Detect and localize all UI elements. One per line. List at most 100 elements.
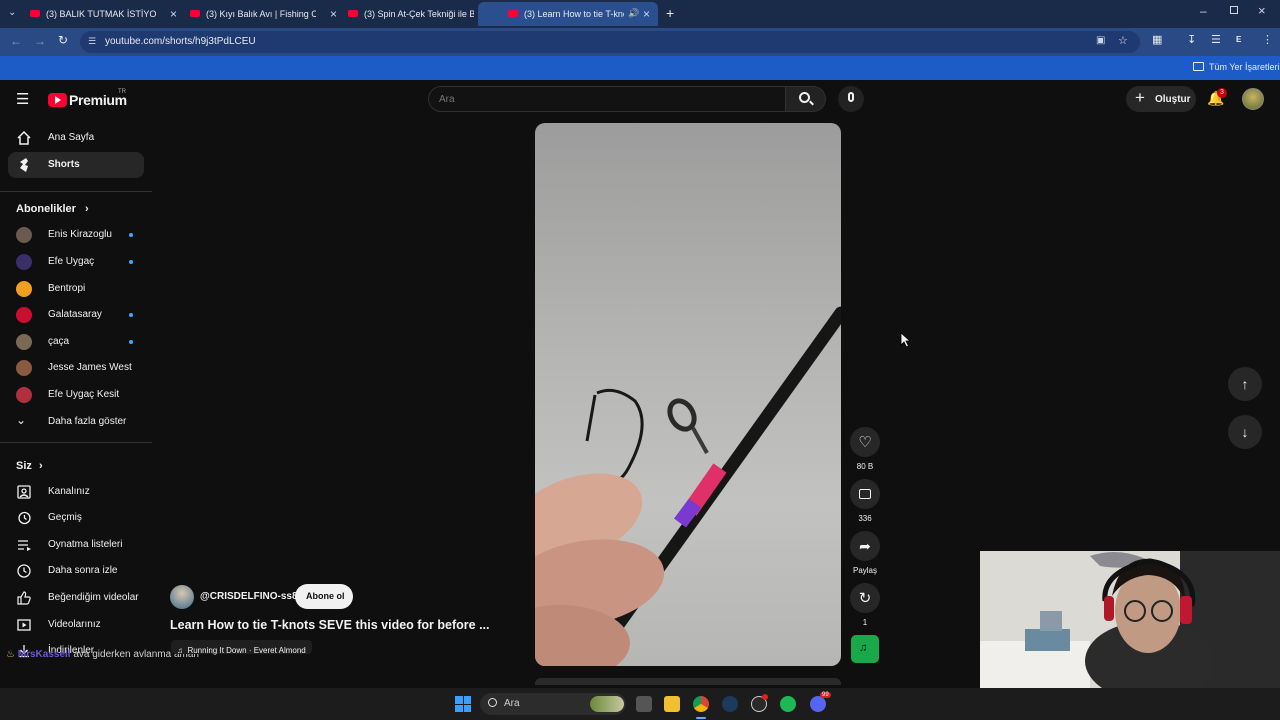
restore-window-icon[interactable] (1230, 6, 1238, 14)
spotify-icon[interactable] (780, 696, 796, 712)
sidebar-item-subscription[interactable]: çaça (8, 329, 144, 355)
extensions-icon[interactable]: ▦ (1152, 33, 1162, 46)
sidebar-item-your-channel[interactable]: Kanalınız (8, 479, 144, 505)
sidebar-item-subscription[interactable]: Efe Uygaç (8, 249, 144, 275)
browser-menu-icon[interactable]: ⋮ (1262, 33, 1273, 46)
address-bar[interactable]: ☰ youtube.com/shorts/h9j3tPdLCEU ▣ ☆ (80, 31, 1140, 53)
discord-icon[interactable] (810, 696, 826, 712)
taskbar-search[interactable]: Ara (480, 693, 626, 715)
close-window-icon[interactable]: × (1258, 3, 1266, 18)
account-icon (17, 485, 31, 499)
mouse-cursor-icon (900, 332, 912, 348)
media-controls-icon[interactable]: ☰ (1211, 33, 1221, 46)
search-box[interactable] (428, 86, 786, 112)
steam-icon[interactable] (722, 696, 738, 712)
webcam-overlay (980, 551, 1280, 688)
search-button[interactable] (786, 86, 826, 112)
sound-thumbnail[interactable]: ♫ (851, 635, 879, 663)
minimize-window-icon[interactable]: – (1200, 4, 1207, 18)
channel-avatar (16, 227, 32, 243)
next-short-button[interactable]: ↓ (1228, 415, 1262, 449)
sidebar-item-your-videos[interactable]: Videolarınız (8, 612, 144, 638)
like-button[interactable]: ♡ (850, 427, 880, 457)
sidebar-item-subscription[interactable]: Enis Kirazoglu (8, 222, 144, 248)
previous-short-button[interactable]: ↑ (1228, 367, 1262, 401)
sidebar-item-label: Geçmiş (48, 512, 82, 523)
close-tab-icon[interactable]: × (643, 7, 650, 21)
short-title[interactable]: Learn How to tie T-knots SEVE this video… (170, 618, 490, 632)
back-icon[interactable]: ← (10, 34, 22, 48)
video-frame-image (535, 306, 841, 666)
like-icon (17, 591, 31, 605)
comments-button[interactable] (850, 479, 880, 509)
sidebar-item-label: Daha fazla göster (48, 416, 127, 427)
short-video-player[interactable] (535, 123, 841, 666)
url-text: youtube.com/shorts/h9j3tPdLCEU (105, 36, 256, 47)
speaker-icon[interactable]: 🔊 (628, 8, 639, 19)
share-label: Paylaş (852, 566, 877, 575)
task-view-icon[interactable] (636, 696, 652, 712)
subscribe-button[interactable]: Abone ol (295, 584, 353, 609)
bookmark-star-icon[interactable]: ☆ (1118, 34, 1128, 47)
sidebar-show-more[interactable]: ⌄ Daha fazla göster (8, 409, 144, 435)
sidebar-item-playlists[interactable]: Oynatma listeleri (8, 532, 144, 558)
search-icon-handle (809, 100, 814, 106)
new-content-dot (129, 340, 133, 344)
folder-icon (1193, 62, 1204, 71)
channel-avatar[interactable] (170, 585, 194, 609)
comment-icon (859, 489, 871, 499)
account-avatar[interactable] (1242, 88, 1264, 110)
browser-tab-3[interactable]: (3) Spin At-Çek Tekniği ile Balık × (318, 2, 503, 26)
music-label: Running It Down · Everet Almond (187, 646, 306, 655)
channel-avatar (16, 360, 32, 376)
sidebar-item-shorts[interactable]: Shorts (8, 152, 144, 178)
share-button[interactable]: ➦ (850, 531, 880, 561)
history-icon (18, 511, 31, 525)
music-pill[interactable]: ♫ Running It Down · Everet Almond (171, 640, 312, 655)
tab-title: (3) Kıyı Balık Avı | Fishing Challe (206, 9, 316, 19)
chat-username: MrsKassell (17, 649, 71, 660)
next-short-preview[interactable] (535, 678, 841, 685)
sidebar-item-label: Ana Sayfa (48, 132, 95, 143)
clock-icon (17, 564, 31, 578)
start-square (455, 696, 463, 704)
you-heading[interactable]: Siz › (16, 460, 43, 472)
new-tab-button[interactable]: + (666, 5, 674, 21)
notifications-button[interactable]: 🔔 3 (1204, 88, 1227, 110)
downloads-icon[interactable]: ↧ (1187, 33, 1196, 46)
sidebar-item-subscription[interactable]: Galatasaray (8, 302, 144, 328)
sidebar-item-subscription[interactable]: Jesse James West (8, 355, 144, 381)
sidebar-item-label: çaça (48, 336, 70, 347)
youtube-logo[interactable]: Premium TR (48, 89, 138, 111)
share-icon: ➦ (859, 537, 871, 554)
sidebar-item-watch-later[interactable]: Daha sonra izle (8, 558, 144, 584)
reload-icon[interactable]: ↻ (58, 33, 68, 47)
remix-button[interactable]: ↻ (850, 583, 880, 613)
sidebar-item-liked-videos[interactable]: Beğendiğim videolar (8, 585, 144, 611)
sidebar-item-subscription[interactable]: Efe Uygaç Kesit (8, 382, 144, 408)
sidebar-item-label: Efe Uygaç Kesit (48, 389, 120, 400)
search-input[interactable] (439, 92, 769, 107)
sidebar-item-history[interactable]: Geçmiş (8, 505, 144, 531)
forward-icon[interactable]: → (34, 34, 46, 48)
sound-thumbnail-icon: ♫ (859, 642, 868, 654)
sidebar-item-home[interactable]: Ana Sayfa (8, 125, 144, 151)
channel-avatar (16, 334, 32, 350)
guide-menu-icon[interactable]: ☰ (16, 90, 29, 108)
profile-icon[interactable]: E (1236, 35, 1241, 44)
browser-tab-4-active[interactable]: (3) Learn How to tie T-knots 🔊 × (478, 2, 658, 26)
subscriptions-heading[interactable]: Abonelikler › (16, 203, 89, 215)
windows-start-icon[interactable] (455, 696, 471, 712)
site-info-icon[interactable]: ☰ (88, 36, 96, 47)
create-button[interactable]: + Oluştur (1126, 86, 1196, 112)
start-square (463, 704, 471, 712)
all-bookmarks-link[interactable]: Tüm Yer İşaretleri (1209, 62, 1280, 72)
channel-avatar (16, 307, 32, 323)
install-app-icon[interactable]: ▣ (1096, 35, 1105, 46)
channel-handle[interactable]: @CRISDELFINO-ss8vl (200, 591, 306, 602)
sidebar-item-subscription[interactable]: Bentropi (8, 276, 144, 302)
voice-search-button[interactable] (838, 86, 864, 112)
file-explorer-icon[interactable] (664, 696, 680, 712)
browser-tab-1[interactable]: (3) BALIK TUTMAK İSTİYORSAN × (0, 2, 185, 26)
chrome-icon[interactable] (693, 696, 709, 712)
